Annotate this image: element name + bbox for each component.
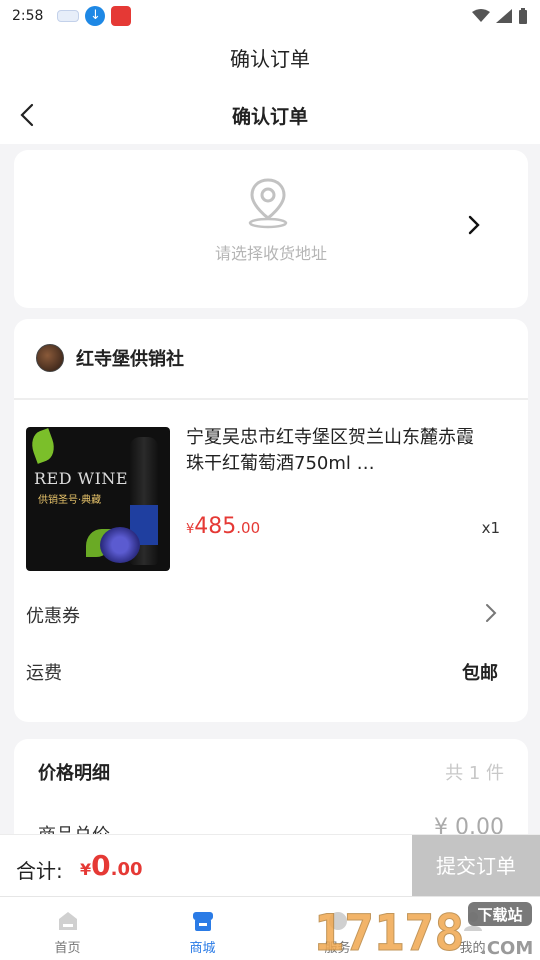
shop-header[interactable]: 红寺堡供销社 <box>36 344 184 372</box>
back-button[interactable] <box>12 100 42 130</box>
product-image[interactable]: RED WINE 供销圣号·典藏 <box>26 427 170 571</box>
battery-icon <box>519 8 527 24</box>
chevron-right-icon[interactable] <box>484 602 498 624</box>
price-detail-title: 价格明细 <box>38 763 110 784</box>
product-quantity: x1 <box>481 519 500 537</box>
shipping-label: 运费 <box>26 663 62 684</box>
address-placeholder: 请选择收货地址 <box>214 244 327 263</box>
chevron-left-icon <box>20 103 34 127</box>
total-label: 合计: <box>16 859 63 883</box>
watermark-domain: .COM <box>480 938 533 959</box>
download-icon: ↓ <box>85 6 106 26</box>
tab-label: 首页 <box>54 941 81 956</box>
product-price: ¥485.00 <box>186 514 260 539</box>
wifi-icon <box>472 9 490 22</box>
tab-shop[interactable]: 商城 <box>135 897 270 960</box>
tab-home[interactable]: 首页 <box>0 897 135 960</box>
tab-label: 商城 <box>189 941 216 956</box>
address-selector[interactable]: 请选择收货地址 <box>14 150 528 308</box>
notification-app-icon <box>57 10 80 22</box>
page-title: 确认订单 <box>231 105 308 128</box>
watermark-badge: 下载站 <box>477 906 522 924</box>
app-notification-icon <box>111 6 132 26</box>
total-currency: ¥ <box>80 860 92 879</box>
signal-icon <box>496 9 512 23</box>
nav-bar: 确认订单 <box>0 86 540 144</box>
product-title[interactable]: 宁夏吴忠市红寺堡区贺兰山东麓赤霞珠干红葡萄酒750ml … <box>186 425 476 477</box>
shop-order-card: 红寺堡供销社 RED WINE 供销圣号·典藏 宁夏吴忠市红寺堡区贺兰山东麓赤霞… <box>14 319 528 722</box>
shop-avatar <box>36 344 64 372</box>
price-decimal: .00 <box>236 519 261 537</box>
total-integer: 0 <box>91 849 111 882</box>
watermark-logo: 17178 下载站 .COM <box>314 902 533 960</box>
grapes-decoration <box>100 527 140 563</box>
location-pin-icon <box>248 178 288 229</box>
shop-name: 红寺堡供销社 <box>76 349 184 370</box>
coupon-row[interactable]: 优惠券 <box>26 602 80 628</box>
chevron-right-icon <box>468 215 480 235</box>
shop-icon <box>192 912 213 931</box>
price-integer: 485 <box>194 514 237 539</box>
status-right-icons <box>472 8 528 24</box>
product-image-text: RED WINE <box>34 469 129 488</box>
total-decimal: .00 <box>110 859 143 880</box>
status-bar: 2:58 ↓ <box>0 0 540 32</box>
divider <box>14 398 528 400</box>
submit-order-button[interactable]: 提交订单 <box>412 835 540 897</box>
watermark-number: 17178 <box>314 904 465 960</box>
shipping-value: 包邮 <box>462 663 498 684</box>
product-image-subtext: 供销圣号·典藏 <box>38 495 102 506</box>
leaf-decoration <box>27 428 59 464</box>
window-title: 确认订单 <box>0 32 540 86</box>
status-time: 2:58 <box>12 8 44 24</box>
checkout-bar: 合计: ¥0.00 提交订单 <box>0 834 540 897</box>
home-icon <box>58 912 77 930</box>
total-price: ¥0.00 <box>80 849 143 882</box>
item-count: 共 1 件 <box>445 763 504 784</box>
